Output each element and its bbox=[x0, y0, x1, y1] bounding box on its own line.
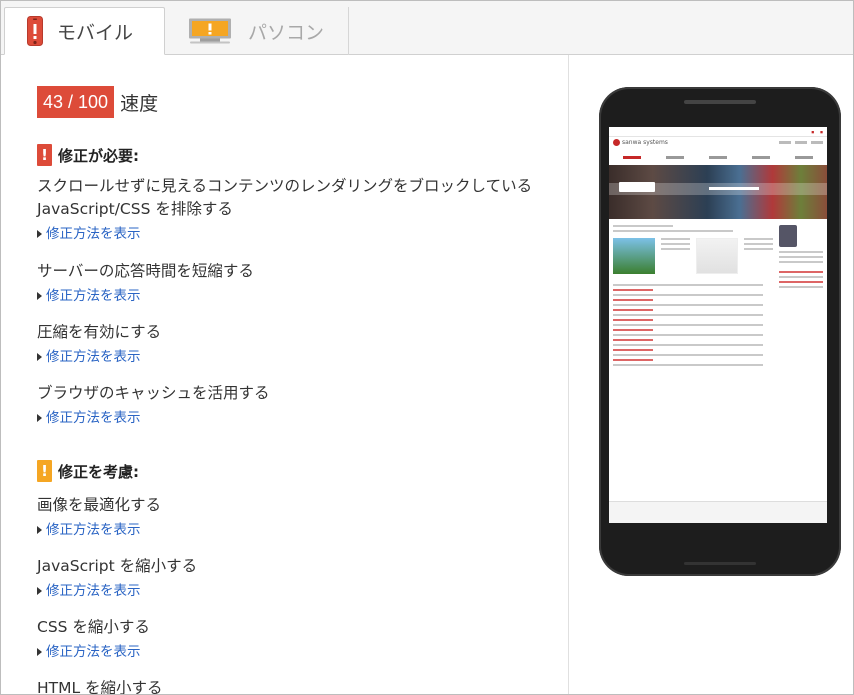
expand-triangle-icon bbox=[37, 414, 42, 422]
show-fix-link[interactable]: 修正方法を表示 bbox=[37, 409, 557, 427]
expand-triangle-icon bbox=[37, 587, 42, 595]
site-main-content bbox=[613, 225, 773, 369]
must-fix-title: 修正が必要: bbox=[58, 146, 139, 165]
score-row: 43 / 100 速度 bbox=[37, 86, 158, 118]
phone-speaker bbox=[684, 100, 756, 104]
rule-title: 圧縮を有効にする bbox=[37, 323, 162, 341]
show-fix-link[interactable]: 修正方法を表示 bbox=[37, 521, 557, 539]
site-footer bbox=[609, 501, 827, 523]
site-header-links bbox=[779, 141, 823, 144]
site-nav bbox=[613, 153, 823, 163]
show-fix-link-label: 修正方法を表示 bbox=[46, 522, 141, 538]
score-badge: 43 / 100 bbox=[37, 86, 115, 118]
tab-desktop[interactable]: パソコン bbox=[166, 7, 349, 55]
show-fix-link[interactable]: 修正方法を表示 bbox=[37, 225, 557, 243]
rule-item: 圧縮を有効にする 修正方法を表示 bbox=[37, 321, 557, 366]
site-logo: sanwa systems bbox=[613, 139, 668, 146]
rule-item: スクロールせずに見えるコンテンツのレンダリングをブロックしている JavaScr… bbox=[37, 175, 557, 243]
consider-title: 修正を考慮: bbox=[58, 462, 139, 481]
site-sidebar bbox=[779, 225, 823, 291]
site-avatar bbox=[779, 225, 797, 247]
phone-preview: ■ ■ sanwa systems bbox=[599, 87, 841, 576]
show-fix-link-label: 修正方法を表示 bbox=[46, 349, 141, 365]
show-fix-link-label: 修正方法を表示 bbox=[46, 644, 141, 660]
site-logo-text: sanwa systems bbox=[622, 139, 668, 146]
must-fix-heading: ! 修正が必要: bbox=[37, 144, 139, 166]
expand-triangle-icon bbox=[37, 292, 42, 300]
site-logo-mark-icon bbox=[613, 139, 620, 146]
phone-bottom-speaker bbox=[684, 562, 756, 565]
show-fix-link[interactable]: 修正方法を表示 bbox=[37, 582, 557, 600]
desktop-monitor-icon bbox=[189, 18, 231, 44]
rule-item: CSS を縮小する 修正方法を表示 bbox=[37, 616, 557, 661]
rule-title: CSS を縮小する bbox=[37, 618, 150, 636]
show-fix-link-label: 修正方法を表示 bbox=[46, 288, 141, 304]
tab-desktop-label: パソコン bbox=[248, 21, 325, 44]
show-fix-link[interactable]: 修正方法を表示 bbox=[37, 643, 557, 661]
rule-title: サーバーの応答時間を短縮する bbox=[37, 262, 254, 280]
rule-title: HTML を縮小する bbox=[37, 679, 163, 695]
pagespeed-panel: モバイル パソコン 43 / 100 速度 ! 修正が必要: スクロールせずに見… bbox=[0, 0, 854, 695]
site-screenshot: ■ ■ sanwa systems bbox=[609, 127, 827, 523]
device-tabbar: モバイル パソコン bbox=[1, 1, 853, 55]
mobile-phone-icon bbox=[27, 16, 43, 46]
rule-item: JavaScript を縮小する 修正方法を表示 bbox=[37, 555, 557, 600]
rule-item: ブラウザのキャッシュを活用する 修正方法を表示 bbox=[37, 382, 557, 427]
tab-mobile-label: モバイル bbox=[57, 21, 134, 44]
consider-heading: ! 修正を考慮: bbox=[37, 460, 139, 482]
must-fix-exclamation-icon: ! bbox=[37, 144, 52, 166]
score-label: 速度 bbox=[120, 92, 159, 115]
consider-exclamation-icon: ! bbox=[37, 460, 52, 482]
show-fix-link-label: 修正方法を表示 bbox=[46, 583, 141, 599]
rule-item: サーバーの応答時間を短縮する 修正方法を表示 bbox=[37, 260, 557, 305]
rule-title: スクロールせずに見えるコンテンツのレンダリングをブロックしている JavaScr… bbox=[37, 177, 533, 218]
rule-title: ブラウザのキャッシュを活用する bbox=[37, 384, 270, 402]
expand-triangle-icon bbox=[37, 230, 42, 238]
expand-triangle-icon bbox=[37, 353, 42, 361]
show-fix-link[interactable]: 修正方法を表示 bbox=[37, 287, 557, 305]
rule-title: JavaScript を縮小する bbox=[37, 557, 198, 575]
preview-column: ■ ■ sanwa systems bbox=[570, 55, 853, 694]
site-card-image bbox=[695, 238, 739, 274]
site-topbar: ■ ■ bbox=[609, 127, 827, 137]
rule-item: HTML を縮小する bbox=[37, 677, 557, 695]
show-fix-link[interactable]: 修正方法を表示 bbox=[37, 348, 557, 366]
tab-mobile[interactable]: モバイル bbox=[4, 7, 165, 55]
site-card-image bbox=[613, 238, 656, 274]
expand-triangle-icon bbox=[37, 526, 42, 534]
results-column: 43 / 100 速度 ! 修正が必要: スクロールせずに見えるコンテンツのレン… bbox=[1, 55, 569, 695]
expand-triangle-icon bbox=[37, 648, 42, 656]
show-fix-link-label: 修正方法を表示 bbox=[46, 410, 141, 426]
rule-title: 画像を最適化する bbox=[37, 496, 162, 514]
show-fix-link-label: 修正方法を表示 bbox=[46, 226, 141, 242]
rule-item: 画像を最適化する 修正方法を表示 bbox=[37, 494, 557, 539]
site-hero-banner bbox=[609, 165, 827, 219]
